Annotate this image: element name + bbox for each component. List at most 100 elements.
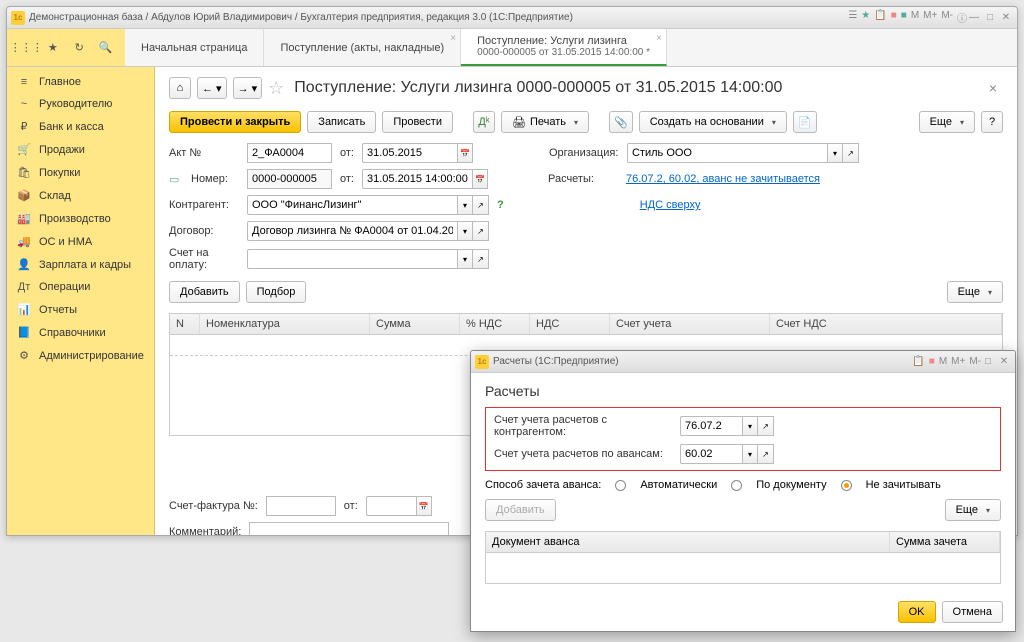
tab-close-icon[interactable]: × bbox=[450, 33, 456, 44]
popup-more-button[interactable]: Еще bbox=[945, 499, 1001, 521]
sidebar-item-admin[interactable]: ⚙Администрирование bbox=[7, 344, 154, 367]
tab-home[interactable]: Начальная страница bbox=[125, 29, 264, 66]
podbor-button[interactable]: Подбор bbox=[246, 281, 307, 303]
tabbar: ⋮⋮⋮ ★ ↻ 🔍 Начальная страница Поступление… bbox=[7, 29, 1017, 67]
dogovor-input[interactable] bbox=[247, 221, 457, 241]
sidebar-item-refs[interactable]: 📘Справочники bbox=[7, 321, 154, 344]
nomer-input[interactable] bbox=[247, 169, 332, 189]
post-button[interactable]: Провести bbox=[382, 111, 453, 133]
calendar-icon[interactable]: 📅 bbox=[416, 496, 432, 516]
minimize-icon[interactable]: — bbox=[967, 11, 981, 25]
maximize-icon[interactable]: □ bbox=[983, 11, 997, 25]
raschety-popup: 1c Расчеты (1С:Предприятие) 📋■MM+M- □ ✕ … bbox=[470, 350, 1016, 632]
forward-button[interactable]: → ▾ bbox=[233, 77, 263, 99]
close-icon[interactable]: ✕ bbox=[999, 11, 1013, 25]
sidebar-item-purchases[interactable]: 🛍Покупки bbox=[7, 161, 154, 184]
sidebar-item-bank[interactable]: ₽Банк и касса bbox=[7, 115, 154, 138]
star-icon[interactable]: ★ bbox=[44, 39, 62, 57]
ot-label-2: от: bbox=[340, 173, 354, 185]
popup-titlebar-tools[interactable]: 📋■MM+M- bbox=[912, 356, 981, 367]
bag-icon: 🛍 bbox=[17, 166, 31, 179]
home-button[interactable]: ⌂ bbox=[169, 77, 191, 99]
sidebar-item-manager[interactable]: ~Руководителю bbox=[7, 93, 154, 115]
print-button[interactable]: 🖨 Печать bbox=[501, 111, 589, 133]
nds-link[interactable]: НДС сверху bbox=[640, 199, 701, 211]
avans-grid[interactable]: Документ аванса Сумма зачета bbox=[485, 531, 1001, 584]
back-button[interactable]: ← ▾ bbox=[197, 77, 227, 99]
kontragent-input[interactable] bbox=[247, 195, 457, 215]
sf-date-input[interactable] bbox=[366, 496, 416, 516]
more-button[interactable]: Еще bbox=[919, 111, 975, 133]
list-icon: ≡ bbox=[17, 76, 31, 88]
help-button[interactable]: ? bbox=[981, 111, 1003, 133]
radio-none[interactable] bbox=[841, 480, 852, 491]
history-icon[interactable]: ↻ bbox=[70, 39, 88, 57]
sidebar-item-reports[interactable]: 📊Отчеты bbox=[7, 298, 154, 321]
schet-input[interactable] bbox=[247, 249, 457, 269]
raschety-link[interactable]: 76.07.2, 60.02, аванс не зачитывается bbox=[626, 173, 820, 185]
tab-leasing[interactable]: Поступление: Услуги лизинга 0000-000005 … bbox=[461, 29, 667, 66]
schet-kontr-input[interactable] bbox=[680, 416, 742, 436]
dropdown-icon[interactable]: ▾ bbox=[827, 143, 843, 163]
write-button[interactable]: Записать bbox=[307, 111, 376, 133]
dropdown-icon[interactable]: ▾ bbox=[457, 221, 473, 241]
book-icon: 📘 bbox=[17, 326, 31, 339]
open-icon[interactable]: ↗ bbox=[473, 195, 489, 215]
popup-restore-icon[interactable]: □ bbox=[981, 355, 995, 369]
akt-no-input[interactable] bbox=[247, 143, 332, 163]
dt-kt-button[interactable]: Дᵏ bbox=[473, 111, 495, 133]
create-on-button[interactable]: Создать на основании bbox=[639, 111, 787, 133]
grid-more-button[interactable]: Еще bbox=[947, 281, 1003, 303]
gh-schet-nds: Счет НДС bbox=[770, 314, 1002, 334]
popup-add-button[interactable]: Добавить bbox=[485, 499, 556, 521]
help-icon[interactable]: ? bbox=[497, 199, 504, 211]
apps-icon[interactable]: ⋮⋮⋮ bbox=[17, 39, 35, 57]
radio-auto[interactable] bbox=[615, 480, 626, 491]
dropdown-icon[interactable]: ▾ bbox=[457, 249, 473, 269]
attach-button[interactable]: 📎 bbox=[609, 111, 633, 133]
dropdown-icon[interactable]: ▾ bbox=[742, 416, 758, 436]
sidebar-item-main[interactable]: ≡Главное bbox=[7, 71, 154, 93]
org-input[interactable] bbox=[627, 143, 827, 163]
akt-date-input[interactable] bbox=[362, 143, 457, 163]
radio-doc[interactable] bbox=[731, 480, 742, 491]
sidebar-item-stock[interactable]: 📦Склад bbox=[7, 184, 154, 207]
calendar-icon[interactable]: 📅 bbox=[457, 143, 473, 163]
gh-nds: НДС bbox=[530, 314, 610, 334]
titlebar-tools[interactable]: ☰★📋■■MM+M-ⓘ bbox=[848, 10, 967, 25]
schet-kontr-label: Счет учета расчетов с контрагентом: bbox=[494, 414, 672, 438]
post-close-button[interactable]: Провести и закрыть bbox=[169, 111, 301, 133]
search-icon[interactable]: 🔍 bbox=[97, 39, 115, 57]
main-titlebar: 1c Демонстрационная база / Абдулов Юрий … bbox=[7, 7, 1017, 29]
raschety-label: Расчеты: bbox=[548, 173, 618, 185]
open-icon[interactable]: ↗ bbox=[843, 143, 859, 163]
sidebar-item-operations[interactable]: ДтОперации bbox=[7, 276, 154, 298]
dropdown-icon[interactable]: ▾ bbox=[742, 444, 758, 464]
close-doc-button[interactable]: × bbox=[983, 80, 1003, 96]
dropdown-icon[interactable]: ▾ bbox=[457, 195, 473, 215]
sidebar-item-production[interactable]: 🏭Производство bbox=[7, 207, 154, 230]
komment-input[interactable] bbox=[249, 522, 449, 535]
open-icon[interactable]: ↗ bbox=[758, 416, 774, 436]
popup-close-icon[interactable]: ✕ bbox=[997, 355, 1011, 369]
tab-close-icon[interactable]: × bbox=[656, 33, 662, 44]
sidebar-item-sales[interactable]: 🛒Продажи bbox=[7, 138, 154, 161]
sidebar-item-os[interactable]: 🚚ОС и НМА bbox=[7, 230, 154, 253]
open-icon[interactable]: ↗ bbox=[473, 249, 489, 269]
add-button[interactable]: Добавить bbox=[169, 281, 240, 303]
tab-receipts[interactable]: Поступление (акты, накладные)× bbox=[264, 29, 461, 66]
dogovor-label: Договор: bbox=[169, 225, 239, 237]
sidebar-item-salary[interactable]: 👤Зарплата и кадры bbox=[7, 253, 154, 276]
calendar-icon[interactable]: 📅 bbox=[472, 169, 488, 189]
open-icon[interactable]: ↗ bbox=[473, 221, 489, 241]
schet-avans-input[interactable] bbox=[680, 444, 742, 464]
ok-button[interactable]: OK bbox=[898, 601, 936, 623]
tab-tools: ⋮⋮⋮ ★ ↻ 🔍 bbox=[7, 29, 125, 66]
edo-button[interactable]: 📄 bbox=[793, 111, 817, 133]
sf-input[interactable] bbox=[266, 496, 336, 516]
open-icon[interactable]: ↗ bbox=[758, 444, 774, 464]
favorite-icon[interactable]: ☆ bbox=[268, 78, 284, 99]
cancel-button[interactable]: Отмена bbox=[942, 601, 1003, 623]
nomer-date-input[interactable] bbox=[362, 169, 472, 189]
highlight-box: Счет учета расчетов с контрагентом: ▾↗ С… bbox=[485, 407, 1001, 471]
